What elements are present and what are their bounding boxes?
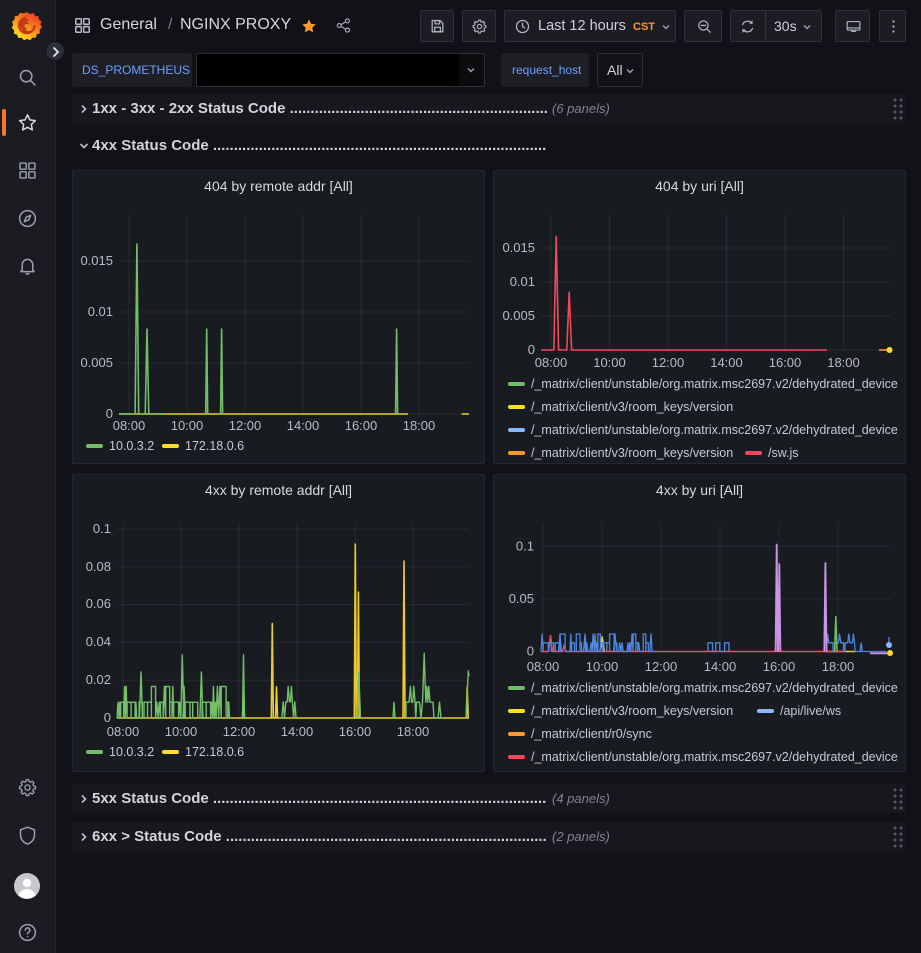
svg-text:18:00: 18:00: [822, 659, 855, 674]
svg-text:0.05: 0.05: [509, 591, 534, 606]
svg-text:0.01: 0.01: [88, 304, 113, 319]
svg-text:0.04: 0.04: [86, 634, 111, 649]
svg-text:0.02: 0.02: [86, 672, 111, 687]
svg-text:0: 0: [527, 644, 534, 659]
svg-text:12:00: 12:00: [229, 418, 262, 433]
svg-text:10:00: 10:00: [171, 418, 204, 433]
svg-text:16:00: 16:00: [769, 355, 802, 370]
svg-text:12:00: 12:00: [652, 355, 685, 370]
svg-text:10:00: 10:00: [165, 724, 198, 739]
svg-text:12:00: 12:00: [645, 659, 678, 674]
svg-text:14:00: 14:00: [704, 659, 737, 674]
svg-text:0.005: 0.005: [502, 308, 535, 323]
svg-text:0.005: 0.005: [80, 355, 113, 370]
svg-text:18:00: 18:00: [403, 418, 436, 433]
svg-text:10:00: 10:00: [586, 659, 619, 674]
svg-text:18:00: 18:00: [397, 724, 430, 739]
svg-text:0.015: 0.015: [80, 253, 113, 268]
svg-text:0: 0: [104, 710, 111, 725]
svg-text:0.015: 0.015: [502, 240, 535, 255]
svg-text:0.1: 0.1: [516, 539, 534, 554]
svg-text:18:00: 18:00: [827, 355, 860, 370]
svg-text:08:00: 08:00: [535, 355, 568, 370]
svg-text:08:00: 08:00: [527, 659, 560, 674]
svg-text:14:00: 14:00: [281, 724, 314, 739]
svg-text:16:00: 16:00: [339, 724, 372, 739]
svg-text:0.1: 0.1: [93, 521, 111, 536]
svg-text:14:00: 14:00: [287, 418, 320, 433]
svg-text:14:00: 14:00: [710, 355, 743, 370]
svg-text:0.06: 0.06: [86, 596, 111, 611]
svg-text:0.08: 0.08: [86, 559, 111, 574]
svg-text:0.01: 0.01: [510, 274, 535, 289]
svg-text:12:00: 12:00: [223, 724, 256, 739]
svg-text:16:00: 16:00: [763, 659, 796, 674]
svg-text:16:00: 16:00: [345, 418, 378, 433]
svg-text:08:00: 08:00: [113, 418, 146, 433]
svg-text:08:00: 08:00: [107, 724, 140, 739]
svg-text:10:00: 10:00: [593, 355, 626, 370]
